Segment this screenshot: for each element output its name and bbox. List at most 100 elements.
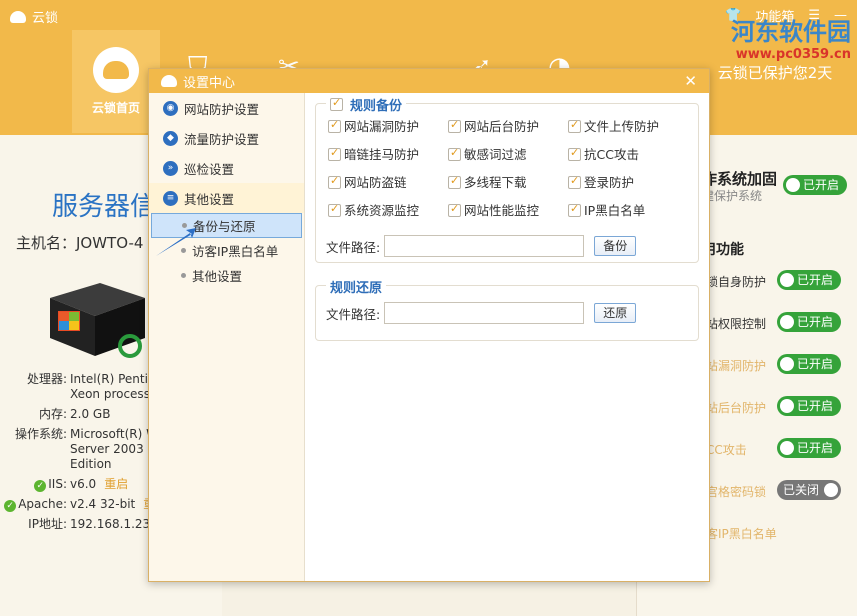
- backup-button[interactable]: 备份: [594, 236, 637, 256]
- backup-group: 规则备份 网站漏洞防护 网站后台防护 文件上传防护 暗链挂马防护 敏感词过滤 抗…: [315, 95, 699, 263]
- menu-patrol[interactable]: » 巡检设置: [149, 153, 304, 183]
- feature-toggle[interactable]: 已开启: [777, 438, 841, 458]
- backup-legend[interactable]: 规则备份: [326, 95, 407, 114]
- option-checkbox[interactable]: 抗CC攻击: [568, 144, 688, 163]
- info-key: ✓ Apache:: [0, 497, 70, 512]
- option-checkbox[interactable]: 系统资源监控: [328, 200, 448, 219]
- protect-status: 云锁已保护您2天: [717, 64, 833, 82]
- watermark: 河东软件园 www.pc0359.cn: [731, 12, 851, 62]
- restart-iis-link[interactable]: 重启: [104, 477, 128, 491]
- info-key: 内存:: [38, 407, 67, 421]
- option-label: 抗CC攻击: [584, 147, 639, 162]
- nav-home-label: 云锁首页: [91, 101, 140, 115]
- option-checkbox[interactable]: 敏感词过滤: [448, 144, 568, 163]
- feature-toggle[interactable]: 已关闭: [777, 480, 841, 500]
- traffic-icon: ◆: [163, 130, 178, 146]
- option-checkbox[interactable]: IP黑白名单: [568, 200, 688, 219]
- menu-label: 其他设置: [184, 191, 235, 207]
- info-value-text: v2.4 32-bit: [70, 497, 136, 511]
- feature-toggle[interactable]: 已开启: [777, 312, 841, 332]
- feature-toggle[interactable]: 已开启: [777, 270, 841, 290]
- cloud-lock-icon: [93, 47, 139, 93]
- restore-path-input[interactable]: [384, 302, 585, 324]
- menu-site-protection[interactable]: ◉ 网站防护设置: [149, 93, 304, 123]
- option-label: 网站漏洞防护: [344, 119, 420, 134]
- restore-group: 规则还原 文件路径: 还原: [315, 277, 699, 341]
- nav-home-tab[interactable]: 云锁首页: [72, 30, 160, 133]
- feature-label: 站漏洞防护: [706, 359, 767, 373]
- checkbox[interactable]: [328, 118, 341, 133]
- option-checkbox[interactable]: 网站漏洞防护: [328, 116, 448, 135]
- menu-other-settings[interactable]: ≡ 其他设置: [149, 183, 304, 213]
- list-icon: ≡: [163, 190, 178, 206]
- close-icon[interactable]: ✕: [684, 72, 697, 90]
- checkbox[interactable]: [568, 146, 581, 161]
- feature-toggle[interactable]: 已开启: [777, 354, 841, 374]
- submenu-other[interactable]: 其他设置: [149, 263, 304, 288]
- os-hardening-toggle[interactable]: 已开启: [783, 175, 847, 195]
- check-icon: ✓: [34, 480, 47, 492]
- feature-label: 宫格密码锁: [706, 485, 767, 499]
- option-checkbox[interactable]: 文件上传防护: [568, 116, 688, 135]
- server-title: 服务器信: [52, 192, 157, 222]
- info-value-text: v6.0: [70, 477, 97, 491]
- option-checkbox[interactable]: 暗链挂马防护: [328, 144, 448, 163]
- menu-label: 巡检设置: [184, 161, 235, 177]
- watermark-title: 河东软件园: [731, 17, 851, 46]
- checkbox[interactable]: [448, 174, 461, 189]
- dialog-title-bar: 设置中心 ✕: [149, 69, 709, 93]
- checkbox[interactable]: [448, 202, 461, 217]
- info-key-text: Apache:: [18, 497, 67, 511]
- option-checkbox[interactable]: 登录防护: [568, 172, 688, 191]
- restore-button[interactable]: 还原: [594, 303, 637, 323]
- option-label: 暗链挂马防护: [344, 147, 420, 162]
- option-label: 敏感词过滤: [464, 147, 527, 162]
- info-value-line: Microsoft(R) W: [70, 427, 150, 441]
- info-row: 操作系统: Microsoft(R) W Server 2003 S Edition: [0, 427, 150, 472]
- backup-path-row: 文件路径: 备份: [326, 235, 688, 257]
- checkbox[interactable]: [328, 174, 341, 189]
- info-value: 2.0 GB: [70, 407, 111, 421]
- option-label: 网站后台防护: [464, 119, 540, 134]
- option-checkbox[interactable]: 网站防盗链: [328, 172, 448, 191]
- info-row: ✓ IIS: v6.0 重启: [0, 477, 150, 492]
- checkbox[interactable]: [448, 118, 461, 133]
- feature-toggle[interactable]: 已开启: [777, 396, 841, 416]
- checkbox[interactable]: [568, 202, 581, 217]
- checkbox[interactable]: [328, 146, 341, 161]
- checkbox[interactable]: [568, 174, 581, 189]
- checkbox[interactable]: [448, 146, 461, 161]
- info-key-text: IIS:: [48, 477, 67, 491]
- info-row: 处理器: Intel(R) Pentiu Xeon process: [0, 372, 150, 402]
- menu-traffic-protection[interactable]: ◆ 流量防护设置: [149, 123, 304, 153]
- checkbox[interactable]: [328, 202, 341, 217]
- dialog-title: 设置中心: [183, 75, 236, 91]
- option-label: 网站防盗链: [344, 175, 407, 190]
- settings-dialog: 设置中心 ✕ ◉ 网站防护设置 ◆ 流量防护设置 » 巡检设置 ≡ 其他设置 备…: [148, 68, 710, 582]
- backup-all-checkbox[interactable]: [330, 96, 343, 111]
- option-label: 系统资源监控: [344, 203, 420, 218]
- option-checkbox[interactable]: 多线程下载: [448, 172, 568, 191]
- feature-label: 锁自身防护: [706, 275, 767, 289]
- feature-label: 站后台防护: [706, 401, 767, 415]
- patrol-icon: »: [163, 160, 178, 176]
- backup-path-label: 文件路径:: [326, 239, 381, 255]
- feature-label: CC攻击: [706, 443, 747, 457]
- menu-label: 流量防护设置: [184, 131, 260, 147]
- checkbox[interactable]: [568, 118, 581, 133]
- option-checkbox[interactable]: 网站性能监控: [448, 200, 568, 219]
- pointer-arrow-icon: [156, 228, 196, 256]
- info-key: ✓ IIS:: [0, 477, 70, 492]
- info-value-line: Edition: [70, 457, 112, 471]
- backup-path-input[interactable]: [384, 235, 585, 257]
- option-label: 网站性能监控: [464, 203, 540, 218]
- info-value-line: Xeon process: [70, 387, 150, 401]
- option-label: 多线程下载: [464, 175, 527, 190]
- info-value: v2.4 32-bit 重: [70, 497, 150, 512]
- menu-label: 网站防护设置: [184, 101, 260, 117]
- info-row: 内存: 2.0 GB: [0, 407, 150, 422]
- os-hardening-heading: 作系统加固: [702, 170, 778, 188]
- info-value: Microsoft(R) W Server 2003 S Edition: [70, 427, 150, 472]
- option-checkbox[interactable]: 网站后台防护: [448, 116, 568, 135]
- info-row: IP地址: 192.168.1.232: [0, 517, 150, 532]
